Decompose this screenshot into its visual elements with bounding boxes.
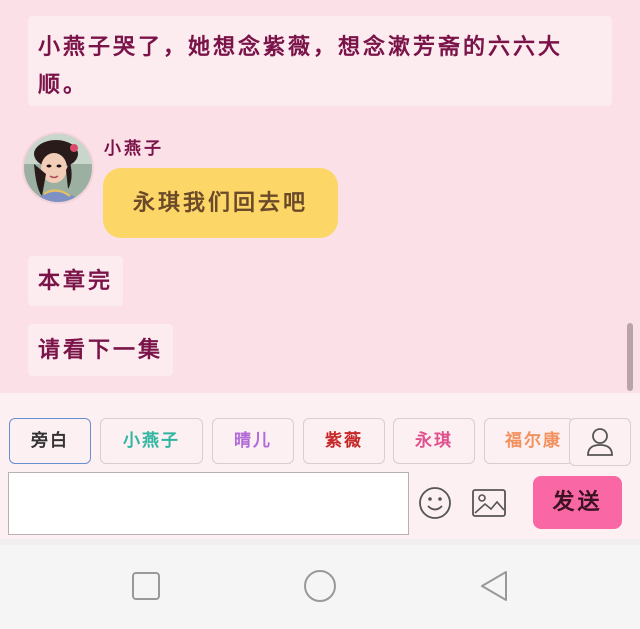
narration-message: 本章完: [28, 256, 124, 306]
person-icon: [587, 428, 613, 456]
message-input[interactable]: [8, 472, 409, 535]
role-label: 旁白: [31, 431, 69, 451]
image-icon: [472, 489, 506, 517]
square-nav-icon: [132, 572, 160, 600]
image-button[interactable]: [471, 488, 507, 518]
send-button[interactable]: 发送: [533, 476, 622, 529]
role-label: 晴儿: [234, 431, 272, 451]
role-button-xiaoyanzi[interactable]: 小燕子: [100, 418, 203, 464]
speaker-name: 小燕子: [104, 139, 164, 159]
triangle-back-icon: [481, 571, 507, 601]
emoji-button[interactable]: [418, 486, 452, 520]
home-button[interactable]: [302, 568, 338, 604]
narration-message: 小燕子哭了，她想念紫薇，想念漱芳斋的六六大顺。: [28, 16, 612, 106]
role-button-qinger[interactable]: 晴儿: [212, 418, 294, 464]
role-button-yongqi[interactable]: 永琪: [393, 418, 475, 464]
role-button-fuerkang[interactable]: 福尔康: [484, 418, 574, 464]
circle-nav-icon: [304, 570, 336, 602]
chat-scrollbar[interactable]: [627, 323, 633, 391]
add-role-button[interactable]: [569, 418, 631, 466]
narration-message: 请看下一集: [28, 324, 174, 376]
emoji-icon: [419, 487, 451, 519]
role-label: 永琪: [415, 431, 453, 451]
role-button-narrator[interactable]: 旁白: [9, 418, 91, 464]
role-label: 福尔康: [505, 431, 562, 451]
message-bubble[interactable]: 永琪我们回去吧: [103, 168, 338, 238]
avatar[interactable]: [22, 132, 94, 204]
avatar-image: [24, 134, 92, 202]
back-button[interactable]: [476, 568, 512, 604]
role-label: 紫薇: [325, 431, 363, 451]
chat-area: 小燕子哭了，她想念紫薇，想念漱芳斋的六六大顺。 小燕子 永琪我们回去吧 本章完 …: [0, 0, 640, 393]
role-button-ziwei[interactable]: 紫薇: [303, 418, 385, 464]
role-label: 小燕子: [123, 431, 180, 451]
recents-button[interactable]: [128, 568, 164, 604]
